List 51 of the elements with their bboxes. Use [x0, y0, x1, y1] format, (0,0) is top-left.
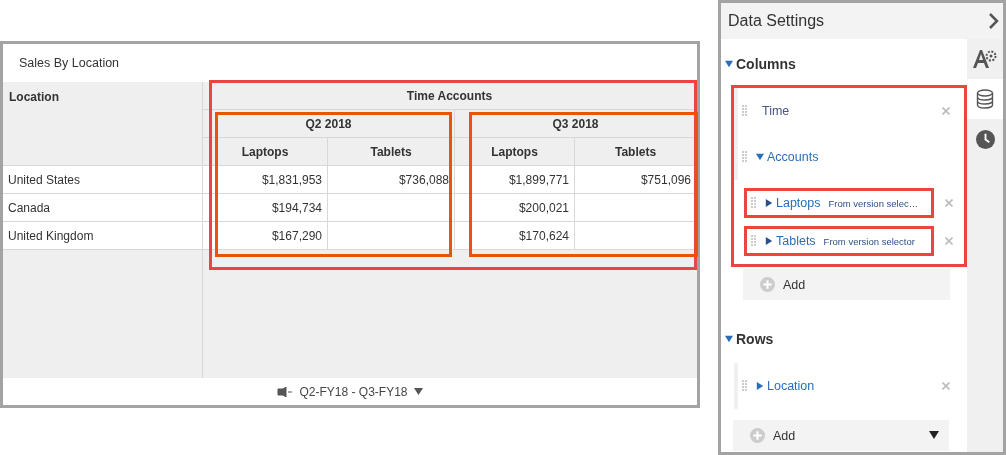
chevron-right-icon[interactable]	[988, 12, 999, 30]
add-button[interactable]: Add	[743, 269, 950, 300]
row-label: United States	[3, 166, 203, 194]
expand-arrow-icon[interactable]	[765, 199, 773, 207]
plus-icon	[760, 277, 775, 292]
field-note: From version selector	[823, 235, 915, 247]
dropdown-caret-icon[interactable]	[929, 429, 939, 440]
row-label: United Kingdom	[3, 222, 203, 250]
field-label: Time	[762, 104, 790, 118]
header-cell: Location	[3, 82, 203, 166]
expand-arrow-icon[interactable]	[756, 382, 764, 390]
drag-handle-icon[interactable]	[742, 105, 748, 117]
version-icon	[277, 386, 294, 397]
plus-icon	[750, 428, 765, 443]
collapse-arrow-icon[interactable]	[725, 60, 733, 68]
drag-handle-icon[interactable]	[742, 151, 748, 163]
drag-handle-icon[interactable]	[751, 197, 757, 209]
panel-title: Data Settings	[728, 12, 825, 30]
field-label: Accounts	[767, 150, 819, 164]
database-icon[interactable]	[976, 89, 994, 109]
side-tab[interactable]	[967, 79, 1003, 119]
header-cell: Tablets	[575, 138, 697, 166]
row-label: Canada	[3, 194, 203, 222]
dropdown-caret-icon[interactable]	[413, 387, 423, 396]
table-cell: $200,021	[455, 194, 575, 222]
header-cell: Time Accounts	[203, 82, 697, 110]
expand-arrow-icon[interactable]	[765, 237, 773, 245]
table-cell: $1,899,771	[455, 166, 575, 194]
table-cell: $167,290	[203, 222, 328, 250]
field-label: Tablets	[776, 234, 816, 248]
font-settings-icon[interactable]	[972, 48, 998, 70]
field-label: Location	[767, 379, 815, 393]
clock-icon[interactable]	[975, 129, 995, 149]
field-note: From version selec…	[828, 197, 919, 209]
range-label[interactable]: Q2-FY18 - Q3-FY18	[299, 384, 408, 399]
table-cell: $1,831,953	[203, 166, 328, 194]
header-cell: Tablets	[328, 138, 455, 166]
collapse-arrow-icon[interactable]	[725, 335, 733, 343]
field-label: Laptops	[776, 196, 821, 210]
table-cell: $194,734	[203, 194, 328, 222]
table-cell: $170,624	[455, 222, 575, 250]
expand-arrow-icon[interactable]	[756, 153, 764, 161]
header-cell: Laptops	[203, 138, 328, 166]
header-cell: Laptops	[455, 138, 575, 166]
drag-handle-icon[interactable]	[751, 235, 757, 247]
section-title[interactable]: Rows	[736, 331, 774, 347]
drag-handle-icon[interactable]	[742, 380, 748, 392]
section-title[interactable]: Columns	[736, 56, 796, 72]
add-button[interactable]: Add	[733, 420, 949, 451]
card-title: Sales By Location	[18, 55, 121, 72]
table-cell: $736,088	[328, 166, 455, 194]
